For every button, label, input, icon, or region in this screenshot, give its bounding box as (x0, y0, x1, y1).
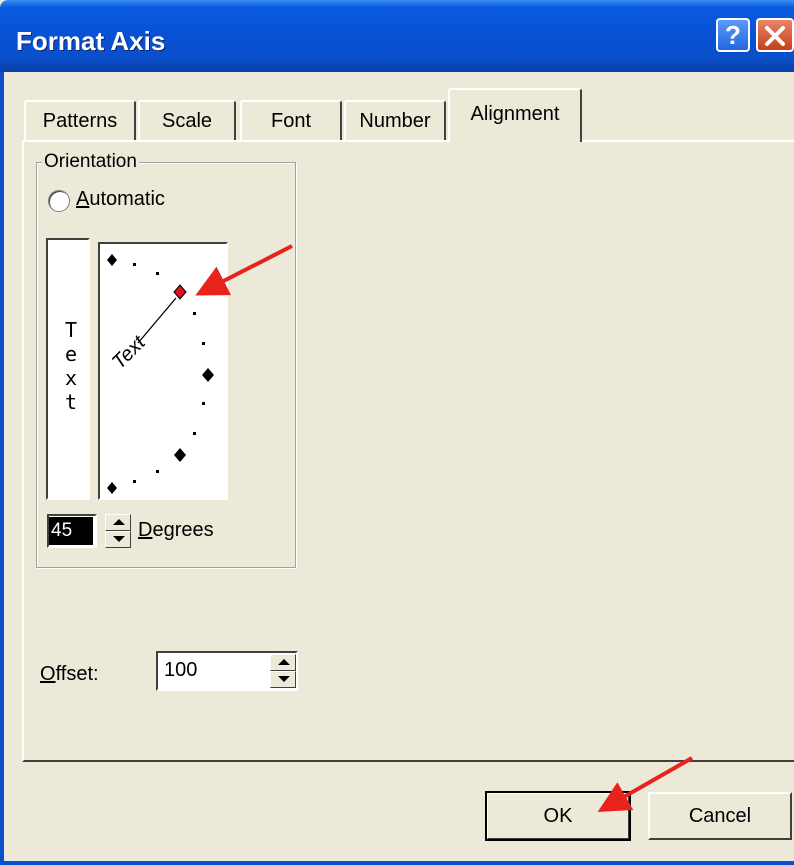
window-title: Format Axis (16, 26, 166, 56)
close-icon[interactable] (756, 18, 794, 52)
tab-number[interactable]: Number (344, 100, 446, 140)
offset-value[interactable]: 100 (164, 659, 197, 682)
vertical-text-char: t (65, 390, 78, 414)
vertical-text-char: T (65, 318, 78, 342)
tab-alignment[interactable]: Alignment (448, 88, 582, 142)
automatic-radio-label[interactable]: Automatic (76, 188, 165, 211)
window-frame-left (0, 72, 4, 865)
dial-text-label: Text (108, 331, 151, 374)
spin-down-icon[interactable] (270, 671, 296, 688)
offset-label: Offset: (40, 663, 99, 686)
help-icon[interactable]: ? (716, 18, 750, 52)
tab-patterns[interactable]: Patterns (24, 100, 136, 140)
orientation-group-label: Orientation (42, 151, 139, 173)
automatic-label-text: utomatic (89, 188, 165, 210)
spin-up-icon[interactable] (270, 654, 296, 671)
orientation-dial-graphic[interactable]: Text (98, 242, 228, 500)
offset-access-key: O (40, 663, 56, 685)
dial-dots (133, 263, 205, 483)
tab-font[interactable]: Font (240, 100, 342, 140)
dial-diamond-selected[interactable] (173, 284, 187, 300)
automatic-radio[interactable] (48, 190, 70, 212)
ok-button[interactable]: OK (485, 791, 631, 841)
vertical-text-option[interactable]: T e x t (46, 238, 90, 500)
degrees-label-text: egrees (152, 519, 214, 541)
cancel-button[interactable]: Cancel (648, 792, 792, 840)
degrees-value[interactable]: 45 (49, 517, 93, 545)
vertical-text-char: e (65, 342, 78, 366)
dial-needle (137, 297, 177, 344)
spin-down-icon[interactable] (105, 531, 131, 548)
title-bar[interactable]: Format Axis ? (0, 0, 794, 72)
dial-diamond-90[interactable] (107, 254, 117, 266)
dial-diamond-minus90[interactable] (107, 482, 117, 494)
dial-diamond-0[interactable] (202, 368, 214, 382)
vertical-text-char: x (65, 366, 78, 390)
offset-label-text: ffset: (55, 663, 99, 685)
tab-scale[interactable]: Scale (138, 100, 236, 140)
degrees-label: Degrees (138, 519, 214, 542)
dial-diamond-minus45[interactable] (174, 448, 186, 462)
format-axis-dialog: Format Axis ? Patterns Scale Font Number… (0, 0, 794, 865)
automatic-access-key: A (76, 188, 90, 210)
spin-up-icon[interactable] (105, 514, 131, 531)
degrees-access-key: D (138, 519, 153, 541)
window-frame-bottom (0, 861, 794, 865)
